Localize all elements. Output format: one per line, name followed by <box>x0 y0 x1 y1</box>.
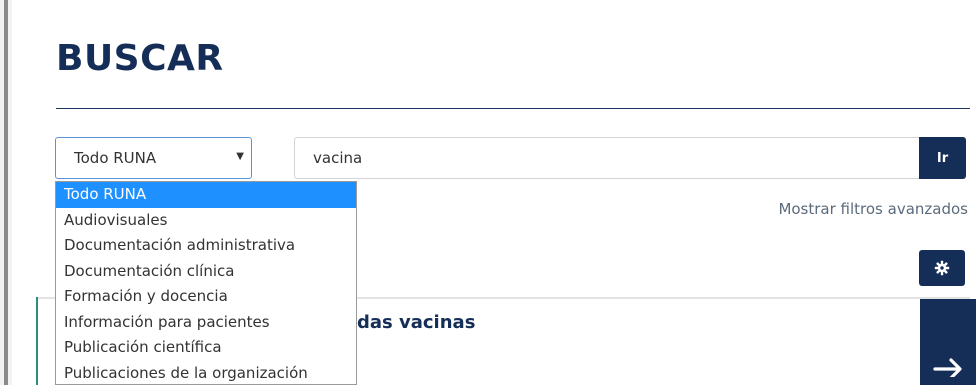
scope-option[interactable]: Publicación científica <box>56 335 356 361</box>
search-input[interactable] <box>294 137 920 179</box>
arrow-right-icon <box>933 358 962 377</box>
page-title: BUSCAR <box>56 38 224 79</box>
result-open-button[interactable] <box>920 299 976 385</box>
caret-down-icon: ▼ <box>236 151 244 162</box>
show-advanced-filters-link[interactable]: Mostrar filtros avanzados <box>778 200 968 218</box>
scope-select[interactable]: Todo RUNA ▼ <box>55 137 252 179</box>
result-title[interactable]: das vacinas <box>357 312 475 333</box>
scope-select-value: Todo RUNA <box>74 149 157 167</box>
scope-option[interactable]: Publicaciones de la organización <box>56 361 356 385</box>
scrollbar-track[interactable] <box>4 0 8 385</box>
go-button[interactable]: Ir <box>919 137 966 179</box>
result-accent-bar <box>36 297 38 385</box>
scope-dropdown-list[interactable]: Todo RUNA Audiovisuales Documentación ad… <box>55 181 357 385</box>
scope-option[interactable]: Audiovisuales <box>56 208 356 234</box>
window-left-edge <box>0 0 12 385</box>
settings-button[interactable] <box>919 250 965 286</box>
title-divider <box>56 108 970 109</box>
scope-option[interactable]: Formación y docencia <box>56 284 356 310</box>
gear-icon <box>934 260 950 276</box>
scope-option[interactable]: Documentación clínica <box>56 259 356 285</box>
scope-option[interactable]: Información para pacientes <box>56 310 356 336</box>
scope-option[interactable]: Documentación administrativa <box>56 233 356 259</box>
scope-option[interactable]: Todo RUNA <box>56 182 356 208</box>
